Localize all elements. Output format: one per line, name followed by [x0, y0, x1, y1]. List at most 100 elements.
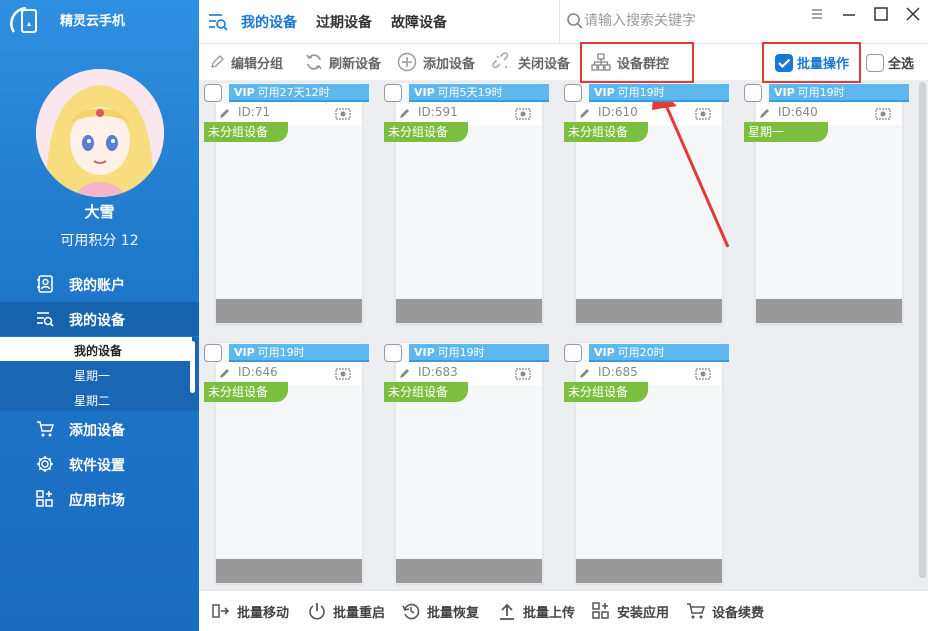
nav-my-devices[interactable]: 我的设备	[0, 302, 199, 336]
screenshot-icon[interactable]	[515, 106, 531, 120]
pencil-icon[interactable]	[579, 107, 591, 119]
device-id: ID:683	[418, 365, 458, 379]
subitem-my-devices[interactable]: 我的设备	[0, 337, 192, 361]
content-scrollbar[interactable]	[919, 82, 926, 578]
device-id: ID:640	[778, 105, 818, 119]
screenshot-icon[interactable]	[875, 106, 891, 120]
app-logo-icon	[10, 6, 37, 33]
install-app-button[interactable]: 安装应用	[591, 601, 669, 621]
maximize-icon[interactable]	[873, 6, 889, 22]
select-all-toggle[interactable]: 全选	[866, 53, 914, 72]
nav-settings[interactable]: 软件设置	[0, 447, 199, 481]
device-checkbox[interactable]	[204, 84, 222, 102]
screenshot-icon[interactable]	[515, 366, 531, 380]
sidebar: 精灵云手机 大雪 可用积分 12 我的账户 我的设备 我的设备 星期一 星期二 …	[0, 0, 199, 631]
device-checkbox[interactable]	[384, 84, 402, 102]
account-icon	[37, 275, 53, 293]
avatar[interactable]	[36, 69, 164, 197]
device-card-footer	[216, 559, 362, 583]
pencil-icon[interactable]	[219, 107, 231, 119]
org-chart-icon	[591, 53, 611, 71]
vip-label: VIP	[414, 346, 435, 359]
pencil-icon	[211, 55, 224, 68]
vip-label: VIP	[594, 86, 615, 99]
device-checkbox[interactable]	[384, 344, 402, 362]
nav-my-account[interactable]: 我的账户	[0, 267, 199, 301]
screenshot-icon[interactable]	[335, 106, 351, 120]
edit-group-label: 编辑分组	[231, 56, 284, 72]
batch-restore-button[interactable]: 批量恢复	[401, 601, 479, 621]
unlink-icon	[492, 52, 509, 69]
pencil-icon[interactable]	[399, 367, 411, 379]
pencil-icon[interactable]	[219, 367, 231, 379]
nav-app-market[interactable]: 应用市场	[0, 482, 199, 516]
vip-remaining: 可用19时	[437, 346, 485, 359]
power-icon	[309, 603, 325, 620]
close-icon[interactable]	[905, 6, 921, 22]
gear-icon	[37, 456, 53, 472]
batch-restart-button[interactable]: 批量重启	[307, 601, 385, 621]
screenshot-icon[interactable]	[695, 366, 711, 380]
device-checkbox[interactable]	[204, 344, 222, 362]
menu-icon[interactable]	[809, 6, 825, 22]
batch-move-button[interactable]: 批量移动	[211, 601, 289, 621]
vip-remaining: 可用19时	[797, 86, 845, 99]
pencil-icon[interactable]	[399, 107, 411, 119]
batch-move-label: 批量移动	[237, 605, 290, 621]
close-device-label: 关闭设备	[518, 56, 571, 72]
vip-remaining: 可用19时	[617, 86, 665, 99]
device-checkbox[interactable]	[564, 84, 582, 102]
device-id: ID:71	[238, 105, 271, 119]
device-checkbox[interactable]	[564, 344, 582, 362]
toolbar: 编辑分组 刷新设备 添加设备 关闭设备 设备群控 批量操作 全选	[199, 44, 928, 80]
tab-my-devices[interactable]: 我的设备	[241, 12, 297, 32]
device-checkbox[interactable]	[744, 84, 762, 102]
close-device-button[interactable]: 关闭设备	[492, 52, 570, 72]
move-icon	[212, 604, 230, 618]
sidebar-scrollbar[interactable]	[190, 341, 195, 393]
vip-remaining: 可用27天12时	[257, 86, 330, 99]
nav-label: 添加设备	[69, 423, 125, 439]
restore-icon	[402, 603, 420, 620]
tab-faulty-devices[interactable]: 故障设备	[391, 12, 447, 32]
pencil-icon[interactable]	[759, 107, 771, 119]
device-card-footer	[576, 299, 722, 323]
nav-add-device[interactable]: 添加设备	[0, 412, 199, 446]
edit-group-button[interactable]: 编辑分组	[209, 52, 283, 72]
group-tag: 未分组设备	[564, 122, 648, 142]
vip-remaining: 可用19时	[257, 346, 305, 359]
add-device-button[interactable]: 添加设备	[397, 52, 475, 72]
screenshot-icon[interactable]	[695, 106, 711, 120]
top-bar: 我的设备 过期设备 故障设备	[199, 0, 928, 44]
plus-circle-icon	[397, 52, 417, 72]
refresh-icon	[306, 54, 322, 70]
nav-label: 我的账户	[69, 278, 125, 294]
vip-status-tag: VIP 可用19时	[409, 344, 549, 362]
vip-label: VIP	[594, 346, 615, 359]
subitem-monday[interactable]: 星期一	[0, 362, 192, 386]
user-points: 可用积分 12	[60, 233, 139, 249]
tab-expired-devices[interactable]: 过期设备	[316, 12, 372, 32]
group-control-label: 设备群控	[617, 56, 670, 72]
refresh-devices-button[interactable]: 刷新设备	[305, 52, 381, 72]
screenshot-icon[interactable]	[335, 366, 351, 380]
select-all-checkbox[interactable]	[866, 53, 884, 72]
nav-label: 应用市场	[69, 493, 125, 509]
device-id: ID:685	[598, 365, 638, 379]
group-tag: 未分组设备	[564, 382, 648, 402]
device-renew-button[interactable]: 设备续费	[686, 601, 764, 621]
batch-operation-toggle[interactable]: 批量操作	[775, 53, 849, 72]
batch-upload-button[interactable]: 批量上传	[497, 601, 575, 621]
cart-icon	[687, 603, 706, 619]
device-card-footer	[756, 299, 902, 323]
group-tag: 星期一	[744, 122, 828, 142]
subitem-tuesday[interactable]: 星期二	[0, 387, 192, 411]
install-app-label: 安装应用	[617, 605, 670, 621]
group-control-button[interactable]: 设备群控	[591, 52, 669, 72]
minimize-icon[interactable]	[841, 6, 857, 22]
search-input[interactable]	[584, 11, 754, 31]
batch-operation-label: 批量操作	[797, 57, 850, 72]
pencil-icon[interactable]	[579, 367, 591, 379]
batch-operation-checkbox[interactable]	[775, 53, 793, 72]
cart-icon	[37, 421, 54, 437]
